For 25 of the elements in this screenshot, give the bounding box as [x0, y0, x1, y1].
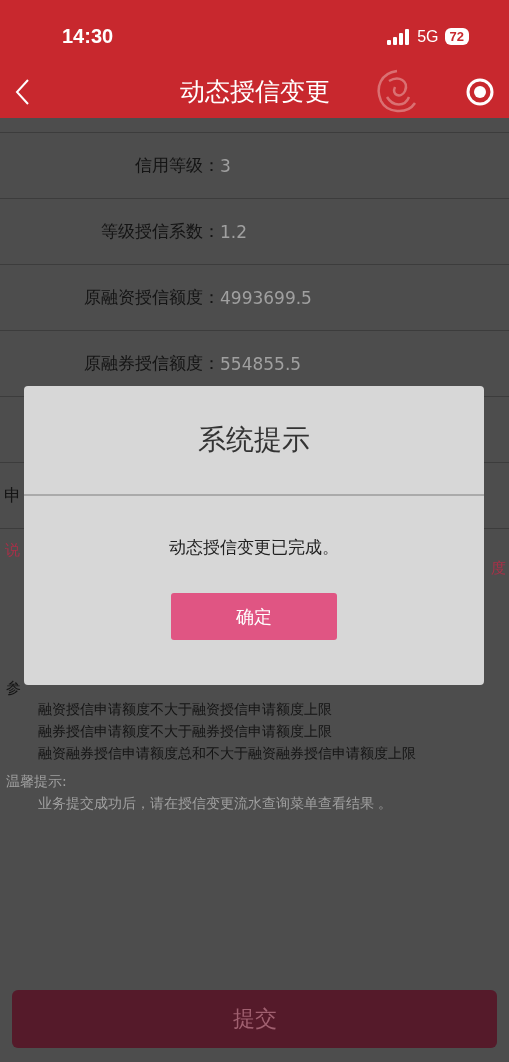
battery-level: 72 [444, 28, 469, 45]
network-type: 5G [417, 27, 439, 46]
submit-button[interactable]: 提交 [12, 990, 497, 1048]
field-label: 原融资授信额度： [83, 286, 220, 309]
reference-title: 参 [6, 679, 22, 698]
field-value: 554855.5 [220, 353, 302, 374]
field-value: 1.2 [220, 221, 248, 242]
field-value: 3 [220, 155, 231, 176]
field-label: 原融券授信额度： [83, 352, 220, 375]
note-text: 说 [5, 541, 20, 560]
back-icon[interactable] [14, 77, 30, 106]
tips-title: 温馨提示: [6, 772, 68, 791]
tips-text: 业务提交成功后，请在授信变更流水查询菜单查看结果 。 [37, 794, 394, 813]
record-icon[interactable] [465, 76, 495, 107]
dialog-title: 系统提示 [24, 386, 484, 496]
confirm-button[interactable]: 确定 [171, 593, 337, 640]
status-time: 14:30 [62, 25, 114, 48]
field-label: 等级授信系数： [100, 220, 220, 243]
field-value: 4993699.5 [220, 287, 312, 308]
note-text: 度 [491, 559, 506, 578]
signal-icon [387, 28, 412, 45]
field-label: 申 [4, 484, 21, 507]
page-title: 动态授信变更 [179, 76, 330, 108]
field-label: 信用等级： [134, 154, 220, 177]
dialog-message: 动态授信变更已完成。 [169, 536, 339, 559]
